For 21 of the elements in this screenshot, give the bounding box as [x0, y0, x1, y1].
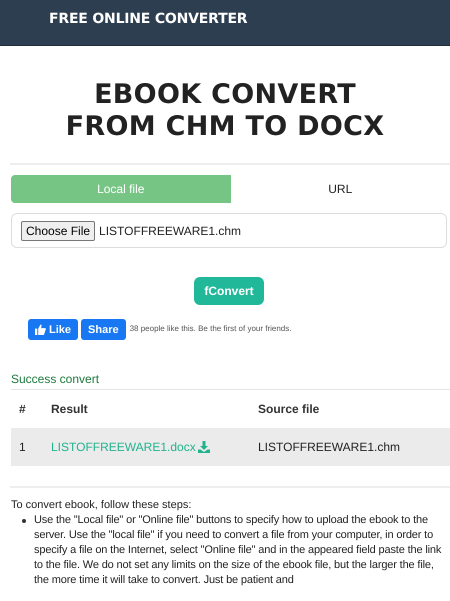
result-file-link[interactable]: LISTOFFREEWARE1.docx — [51, 440, 210, 454]
column-header: # — [11, 390, 50, 428]
share-button[interactable]: Share — [81, 319, 126, 340]
column-header: Result — [50, 390, 257, 428]
file-input-field[interactable]: Choose File LISTOFFREEWARE1.chm — [11, 213, 447, 248]
results-heading: Success convert — [11, 372, 450, 390]
bullet-icon — [22, 519, 26, 523]
convert-button[interactable]: fConvert — [194, 277, 264, 305]
like-count-text: 38 people like this. Be the first of your friends. — [130, 324, 292, 333]
instruction-step: Use the "Local file" or "Online file" buttons to specify how to upload the ebook to the server. Use the "local file" if you need to convert a file from your computer, in order to specify a file on the Internet, select "Online file" and in the appeared field paste the link to the file. We do not set any limits on the size of the ebook file, but the larger the file, the more time it will take to convert. Just be patient and — [34, 513, 444, 588]
table-cell: LISTOFFREEWARE1.chm — [257, 428, 450, 466]
file-name: LISTOFFREEWARE1.chm — [99, 224, 242, 238]
site-logo-text[interactable]: FREE ONLINE CONVERTER — [49, 11, 248, 27]
download-icon — [198, 441, 210, 453]
page-title: EBOOK CONVERT FROM CHM TO DOCX — [64, 79, 386, 143]
like-button[interactable]: Like — [28, 319, 78, 340]
thumbs-up-icon — [35, 324, 46, 335]
instructions-intro: To convert ebook, follow these steps: — [11, 498, 192, 513]
choose-file-button[interactable]: Choose File — [21, 220, 96, 240]
column-header: Source file — [257, 390, 450, 428]
table-cell: 1 — [11, 428, 50, 466]
